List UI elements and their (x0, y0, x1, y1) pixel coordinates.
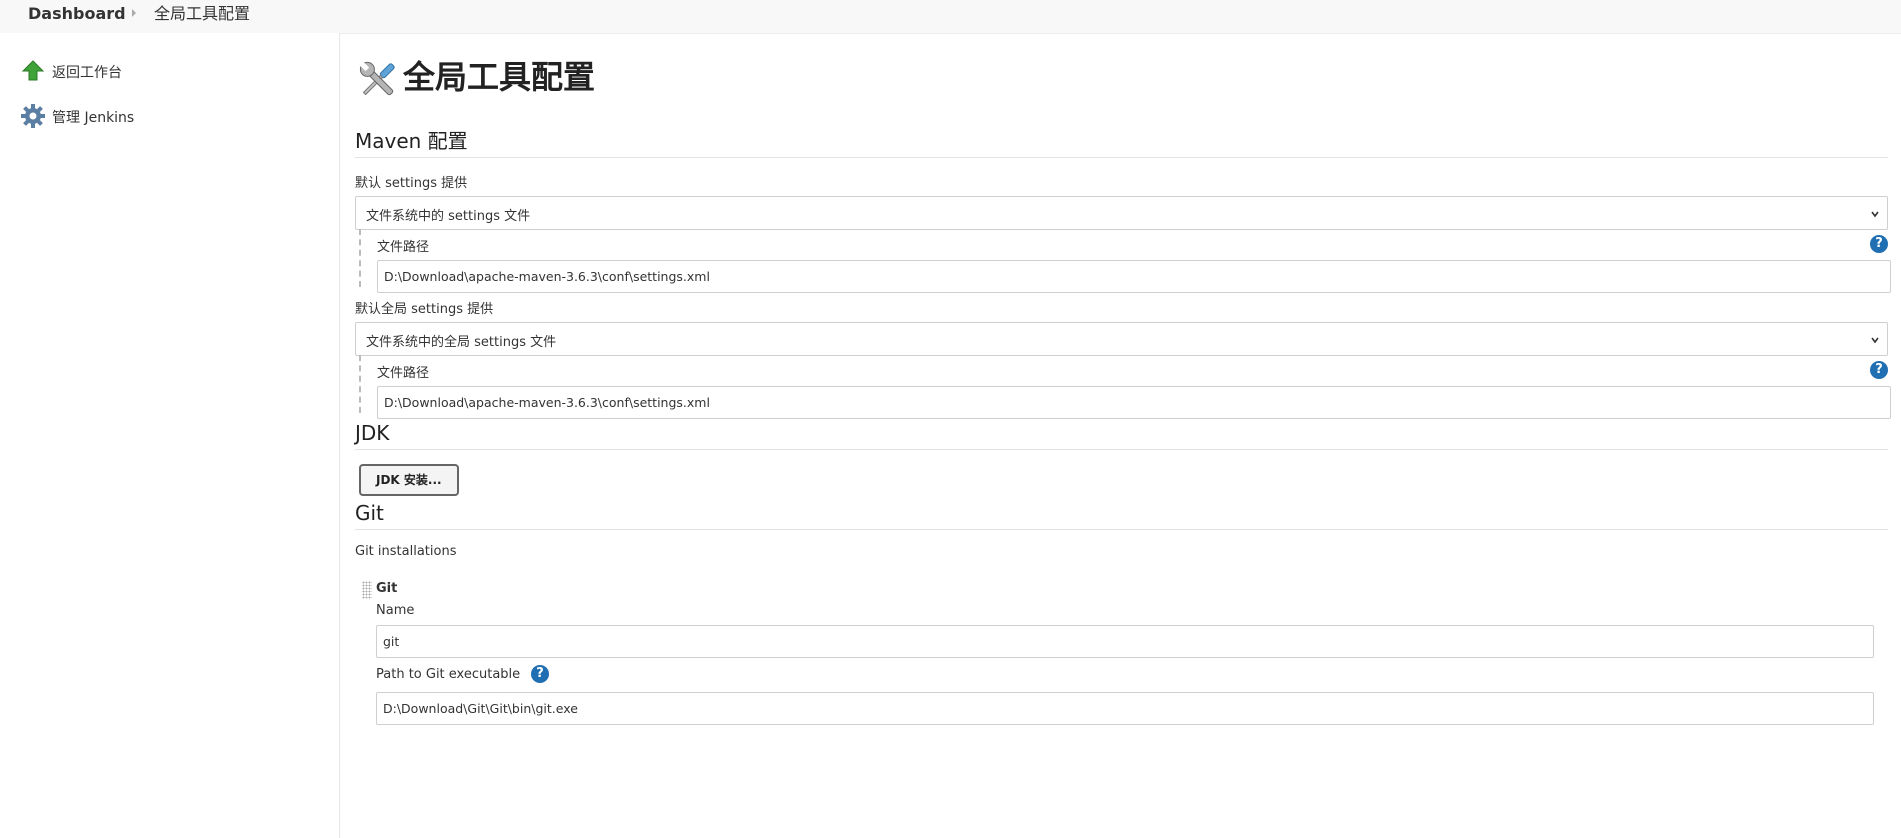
git-path-value: D:\Download\Git\Git\bin\git.exe (383, 701, 578, 716)
help-icon[interactable]: ? (531, 665, 549, 683)
global-settings-selected: 文件系统中的全局 settings 文件 (366, 335, 557, 350)
up-arrow-icon (20, 58, 46, 84)
git-name-input[interactable]: git (376, 625, 1874, 658)
default-settings-selected: 文件系统中的 settings 文件 (366, 209, 531, 224)
breadcrumb: Dashboard 全局工具配置 (0, 0, 1901, 34)
git-path-input[interactable]: D:\Download\Git\Git\bin\git.exe (376, 692, 1874, 725)
jdk-section-heading: JDK (355, 420, 1888, 450)
git-name-value: git (383, 634, 400, 649)
maven-section-heading: Maven 配置 (355, 128, 1888, 158)
git-installation-title: Git (376, 581, 398, 596)
drag-handle-icon[interactable] (362, 581, 372, 599)
jdk-install-button[interactable]: JDK 安装... (359, 464, 459, 496)
default-settings-file-path-block: 文件路径 ? D:\Download\apache-maven-3.6.3\co… (359, 229, 1891, 293)
help-icon[interactable]: ? (1870, 235, 1888, 253)
default-settings-path-value: D:\Download\apache-maven-3.6.3\conf\sett… (384, 269, 710, 284)
global-settings-path-label: 文件路径 (377, 366, 430, 381)
global-settings-select[interactable]: 文件系统中的全局 settings 文件 (355, 322, 1888, 356)
global-settings-file-path-block: 文件路径 ? D:\Download\apache-maven-3.6.3\co… (359, 355, 1891, 419)
default-settings-label: 默认 settings 提供 (355, 176, 468, 191)
default-settings-path-input[interactable]: D:\Download\apache-maven-3.6.3\conf\sett… (377, 260, 1891, 293)
breadcrumb-separator-icon (132, 9, 136, 17)
tools-icon (355, 57, 401, 103)
chevron-down-icon (1871, 206, 1879, 218)
breadcrumb-dashboard[interactable]: Dashboard (28, 4, 126, 24)
global-settings-path-value: D:\Download\apache-maven-3.6.3\conf\sett… (384, 395, 710, 410)
breadcrumb-current[interactable]: 全局工具配置 (154, 4, 250, 24)
gear-icon (20, 103, 46, 129)
git-path-label: Path to Git executable (376, 667, 521, 682)
global-settings-label: 默认全局 settings 提供 (355, 302, 494, 317)
side-panel: 返回工作台 管理 Jenkins (0, 33, 340, 838)
global-settings-path-input[interactable]: D:\Download\apache-maven-3.6.3\conf\sett… (377, 386, 1891, 419)
sidebar-item-label: 返回工作台 (52, 65, 122, 81)
git-installations-label: Git installations (355, 544, 457, 559)
default-settings-path-label: 文件路径 (377, 240, 430, 255)
page-title-text: 全局工具配置 (403, 58, 596, 96)
default-settings-select[interactable]: 文件系统中的 settings 文件 (355, 196, 1888, 230)
sidebar-item-label: 管理 Jenkins (52, 110, 135, 126)
git-section-heading: Git (355, 500, 1888, 530)
help-icon[interactable]: ? (1870, 361, 1888, 379)
git-name-label: Name (376, 603, 415, 618)
chevron-down-icon (1871, 332, 1879, 344)
